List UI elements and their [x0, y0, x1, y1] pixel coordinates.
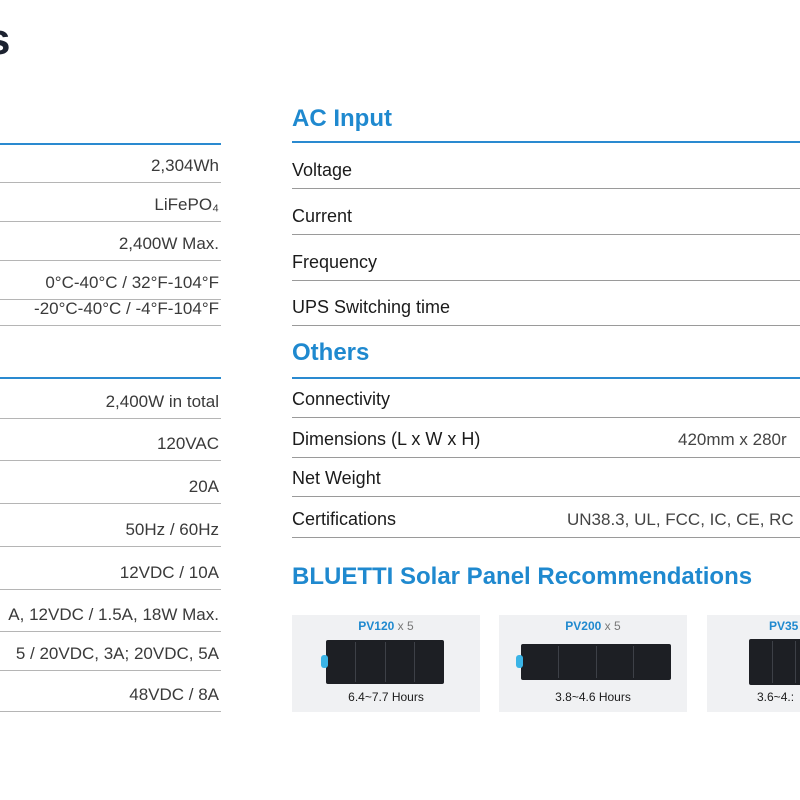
panel-fold-line [414, 642, 415, 682]
spec-value-row: -20°C-40°C / -4°F-104°F [0, 289, 221, 326]
spec-value: 2,400W Max. [118, 234, 219, 253]
charging-hours: 3.8~4.6 Hours [555, 690, 631, 704]
card-title: PV120 x 5 [292, 619, 480, 633]
spec-row-certifications: Certifications UN38.3, UL, FCC, IC, CE, … [292, 497, 800, 538]
spec-row-ups-switching: UPS Switching time [292, 281, 800, 326]
spec-value-row: 5 / 20VDC, 3A; 20VDC, 5A [0, 632, 221, 671]
spec-value-row: 2,400W in total [0, 378, 221, 419]
panel-connector-icon [321, 655, 328, 668]
spec-row-voltage: Voltage [292, 143, 800, 189]
solar-panel-card[interactable]: PV200 x 5 3.8~4.6 Hours [499, 615, 687, 712]
others-title: Others [292, 339, 370, 366]
spec-label: Net Weight [292, 468, 381, 488]
spec-value: 420mm x 280r [678, 430, 787, 449]
panel-model: PV120 [358, 619, 395, 633]
spec-row-connectivity: Connectivity [292, 379, 800, 418]
spec-value-row: 120VAC [0, 419, 221, 461]
spec-label: Current [292, 206, 353, 226]
panel-fold-line [355, 642, 356, 682]
spec-value: 50Hz / 60Hz [125, 520, 219, 539]
spec-label: Connectivity [292, 389, 391, 409]
spec-row-frequency: Frequency [292, 235, 800, 281]
panel-qty: x 5 [604, 619, 621, 633]
spec-row-net-weight: Net Weight [292, 458, 800, 497]
spec-value: A, 12VDC / 1.5A, 18W Max. [8, 605, 219, 624]
spec-row-dimensions: Dimensions (L x W x H) 420mm x 280r [292, 418, 800, 458]
spec-value-row: 2,400W Max. [0, 222, 221, 261]
solar-panel-card[interactable]: PV35 3.6~4.: [707, 615, 800, 712]
page-title-fragment: s [0, 10, 10, 70]
charging-hours: 6.4~7.7 Hours [348, 690, 424, 704]
spec-label: UPS Switching time [292, 297, 451, 317]
spec-value: 2,304Wh [150, 156, 219, 175]
spec-value-row: 20A [0, 461, 221, 504]
ac-input-title: AC Input [292, 105, 392, 132]
spec-value: 20A [188, 477, 219, 496]
spec-value-row: 2,304Wh [0, 144, 221, 183]
panel-fold-line [558, 646, 559, 678]
spec-value: 2,400W in total [105, 392, 219, 411]
charging-hours: 3.6~4.: [757, 690, 795, 704]
spec-value-row: 48VDC / 8A [0, 671, 221, 712]
spec-row-current: Current [292, 189, 800, 235]
spec-value-row: 50Hz / 60Hz [0, 504, 221, 547]
panel-model: PV35 [769, 619, 799, 633]
spec-value: 120VAC [156, 434, 219, 453]
card-title: PV200 x 5 [499, 619, 687, 633]
panel-fold-line [596, 646, 597, 678]
spec-value: -20°C-40°C / -4°F-104°F [34, 299, 219, 318]
spec-label: Frequency [292, 252, 378, 272]
panel-model: PV200 [565, 619, 602, 633]
solar-panel-card[interactable]: PV120 x 5 6.4~7.7 Hours [292, 615, 480, 712]
solar-panel-image [321, 640, 444, 684]
spec-label: Voltage [292, 160, 353, 180]
panel-fold-line [772, 641, 773, 683]
spec-value-row: LiFePO₄ [0, 183, 221, 222]
spec-value-row: A, 12VDC / 1.5A, 18W Max. [0, 590, 221, 632]
spec-value-row: 12VDC / 10A [0, 547, 221, 590]
card-title: PV35 [769, 619, 800, 633]
panel-fold-line [385, 642, 386, 682]
spec-value: UN38.3, UL, FCC, IC, CE, RC [567, 510, 794, 529]
solar-panel-image [749, 639, 800, 685]
solar-recommendations-title: BLUETTI Solar Panel Recommendations [292, 563, 753, 590]
panel-qty: x 5 [397, 619, 414, 633]
spec-value: 48VDC / 8A [129, 685, 219, 704]
spec-value: 5 / 20VDC, 3A; 20VDC, 5A [15, 644, 219, 663]
solar-panel-image [516, 644, 671, 680]
panel-connector-icon [516, 655, 523, 668]
spec-label: Dimensions (L x W x H) [292, 429, 481, 449]
spec-value: LiFePO₄ [154, 195, 219, 214]
spec-value: 12VDC / 10A [119, 563, 219, 582]
panel-fold-line [633, 646, 634, 678]
panel-fold-line [795, 641, 796, 683]
spec-label: Certifications [292, 509, 397, 529]
